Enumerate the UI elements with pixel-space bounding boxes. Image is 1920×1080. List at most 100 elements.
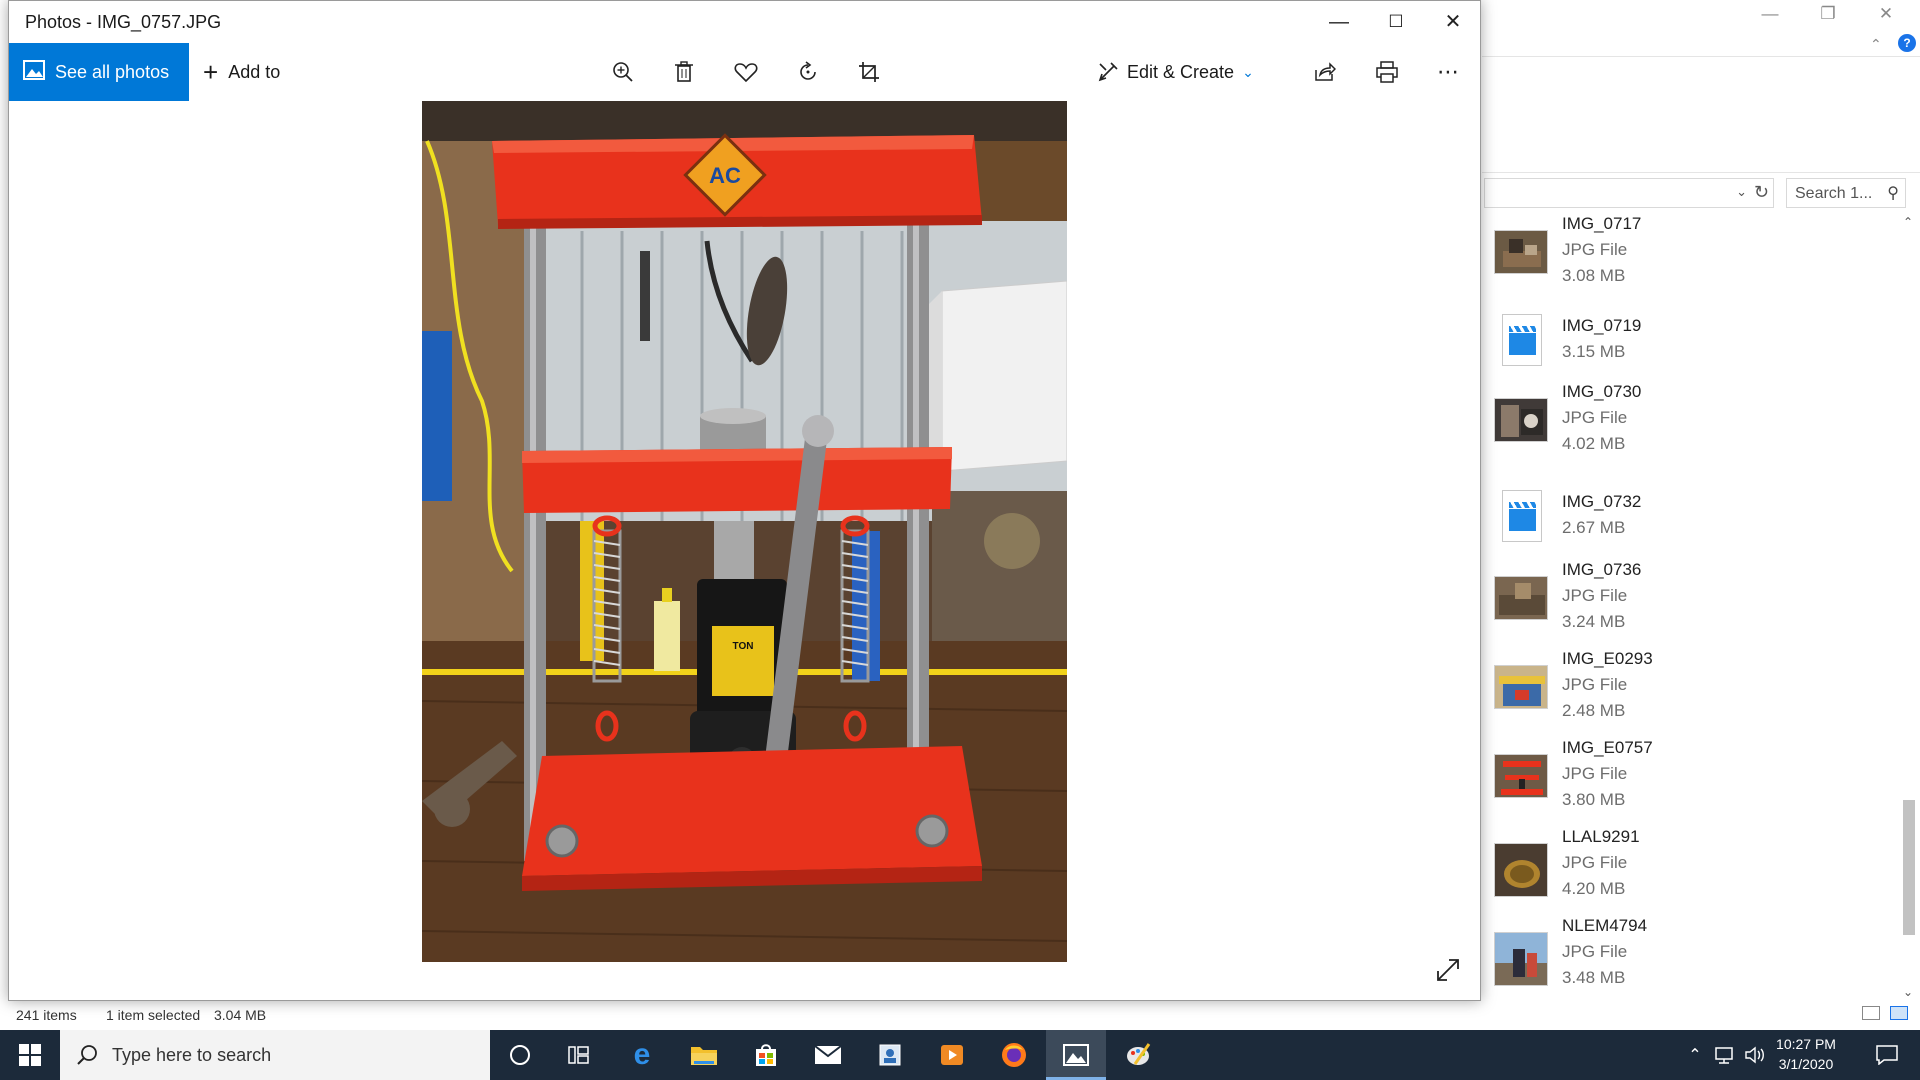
photos-window: Photos - IMG_0757.JPG — ☐ ✕ See all phot…	[8, 0, 1481, 1001]
trash-icon	[675, 61, 693, 82]
press-photo-image: AC TON	[422, 101, 1067, 962]
search-icon: ⚲	[1887, 185, 1899, 202]
file-thumbnail	[1494, 843, 1548, 897]
taskbar-photos[interactable]	[1046, 1030, 1106, 1080]
edge-icon: e	[633, 1038, 651, 1071]
add-to-button[interactable]: + Add to	[203, 43, 280, 101]
taskbar-edge[interactable]: e	[612, 1030, 672, 1080]
taskbar-mail[interactable]	[798, 1030, 858, 1080]
print-button[interactable]	[1372, 57, 1402, 87]
start-button[interactable]	[0, 1030, 60, 1080]
photos-toolbar: See all photos + Add to Edit & Create ⌄	[9, 43, 1480, 101]
zoom-in-icon	[613, 62, 633, 82]
maximize-button[interactable]: ☐	[1371, 7, 1421, 37]
windows-logo-icon	[19, 1044, 41, 1066]
crop-icon	[859, 62, 879, 82]
chevron-down-icon: ⌄	[1242, 63, 1254, 80]
taskbar-paint[interactable]	[1108, 1030, 1168, 1080]
list-item[interactable]: IMG_0732 2.67 MB	[1484, 484, 1894, 572]
photos-icon	[1063, 1044, 1089, 1066]
system-clock[interactable]: 10:27 PM 3/1/2020	[1766, 1034, 1846, 1074]
task-view-button[interactable]	[550, 1030, 610, 1080]
file-thumbnail	[1494, 754, 1548, 798]
delete-button[interactable]	[669, 57, 699, 87]
printer-icon	[1376, 61, 1398, 83]
notification-icon	[1876, 1045, 1898, 1065]
crop-button[interactable]	[854, 57, 884, 87]
action-center-button[interactable]	[1862, 1030, 1912, 1080]
large-icons-view-icon[interactable]	[1890, 1006, 1908, 1020]
scroll-down-icon[interactable]: ⌄	[1903, 985, 1913, 999]
ribbon-collapse-icon[interactable]: ⌃	[1870, 36, 1882, 53]
edit-create-icon	[1098, 62, 1118, 82]
minimize-button[interactable]: —	[1314, 7, 1364, 37]
favorite-button[interactable]	[731, 57, 761, 87]
paint-icon	[1127, 1043, 1151, 1065]
folder-icon	[691, 1047, 717, 1065]
address-bar[interactable]: ⌄ ↻	[1484, 178, 1774, 208]
explorer-maximize-button[interactable]: ❐	[1808, 4, 1848, 24]
edit-create-button[interactable]: Edit & Create ⌄	[1097, 43, 1254, 101]
close-button[interactable]: ✕	[1428, 7, 1478, 37]
file-thumbnail	[1494, 398, 1548, 442]
list-item[interactable]: IMG_0717 JPG File 3.08 MB	[1484, 214, 1894, 306]
help-icon[interactable]: ?	[1898, 34, 1916, 52]
displayed-photo[interactable]: AC TON	[422, 101, 1067, 962]
list-item[interactable]: IMG_E0757 JPG File 3.80 MB	[1484, 738, 1894, 826]
file-thumbnail	[1494, 576, 1548, 620]
explorer-minimize-button[interactable]: —	[1750, 4, 1790, 24]
selection-count: 1 item selected	[106, 1007, 201, 1023]
window-title: Photos - IMG_0757.JPG	[25, 12, 222, 32]
list-item[interactable]: LLAL9291 JPG File 4.20 MB	[1484, 827, 1894, 915]
cortana-button[interactable]	[490, 1030, 550, 1080]
show-hidden-icons-button[interactable]: ⌃	[1680, 1030, 1710, 1080]
network-icon	[1715, 1047, 1733, 1064]
scrollbar-thumb[interactable]	[1903, 800, 1915, 935]
file-thumbnail	[1494, 932, 1548, 986]
list-item[interactable]: IMG_E0293 JPG File 2.48 MB	[1484, 649, 1894, 737]
chevron-up-icon: ⌃	[1688, 1047, 1702, 1064]
list-item[interactable]: NLEM4794 JPG File 3.48 MB	[1484, 916, 1894, 1000]
file-thumbnail	[1494, 665, 1548, 709]
taskbar-firefox[interactable]	[984, 1030, 1044, 1080]
item-count: 241 items	[16, 1007, 77, 1023]
refresh-icon[interactable]: ↻	[1754, 182, 1769, 203]
explorer-close-button[interactable]: ✕	[1866, 4, 1906, 24]
share-icon	[1315, 62, 1336, 81]
details-view-icon[interactable]	[1862, 1006, 1880, 1020]
taskbar-store[interactable]	[736, 1030, 796, 1080]
svg-text:AC: AC	[709, 163, 741, 188]
zoom-button[interactable]	[608, 57, 638, 87]
share-button[interactable]	[1310, 57, 1340, 87]
mail-icon	[814, 1045, 842, 1064]
file-list-scrollbar[interactable]: ⌃ ⌄	[1900, 215, 1918, 1005]
taskbar-media-player[interactable]	[922, 1030, 982, 1080]
speaker-icon	[1745, 1046, 1764, 1064]
network-button[interactable]	[1710, 1030, 1740, 1080]
file-thumbnail	[1494, 230, 1548, 274]
rotate-button[interactable]	[793, 57, 823, 87]
status-bar: 241 items 1 item selected 3.04 MB	[0, 1000, 1920, 1030]
firefox-icon	[1002, 1043, 1026, 1067]
ribbon-divider	[1482, 56, 1920, 57]
search-icon	[77, 1045, 97, 1065]
list-item[interactable]: IMG_0736 JPG File 3.24 MB	[1484, 560, 1894, 648]
selection-size: 3.04 MB	[214, 1007, 267, 1023]
scroll-up-icon[interactable]: ⌃	[1903, 215, 1913, 229]
see-all-photos-button[interactable]: See all photos	[9, 43, 189, 101]
rotate-icon	[800, 61, 816, 80]
media-player-icon	[941, 1045, 963, 1065]
more-options-button[interactable]: ⋯	[1433, 57, 1463, 87]
taskbar-search-box[interactable]: Type here to search	[60, 1030, 490, 1080]
list-item[interactable]: IMG_0719 3.15 MB	[1484, 306, 1894, 394]
plus-icon: +	[203, 57, 219, 87]
taskbar-contacts[interactable]	[860, 1030, 920, 1080]
search-input[interactable]: Search 1... ⚲	[1786, 178, 1906, 208]
list-item[interactable]: IMG_0730 JPG File 4.02 MB	[1484, 382, 1894, 470]
photos-icon	[23, 59, 45, 85]
taskbar-file-explorer[interactable]	[674, 1030, 734, 1080]
chevron-down-icon[interactable]: ⌄	[1736, 184, 1747, 200]
fullscreen-button[interactable]	[1435, 957, 1465, 987]
store-icon	[756, 1044, 776, 1066]
expand-icon	[1437, 959, 1459, 981]
